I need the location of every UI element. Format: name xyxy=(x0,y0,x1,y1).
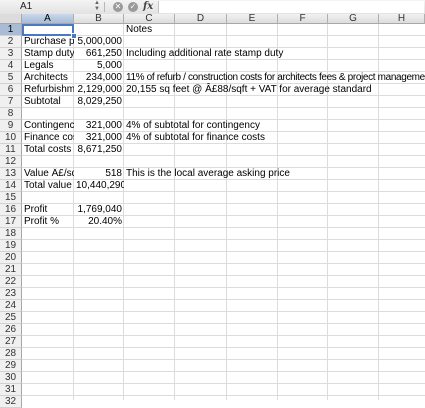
cell-c13[interactable]: This is the local average asking price xyxy=(124,168,424,180)
gridline xyxy=(22,335,425,336)
cell-b5[interactable]: 234,000 xyxy=(74,72,124,84)
gridline xyxy=(22,347,425,348)
row-header[interactable]: 1 xyxy=(0,24,22,36)
column-header-c[interactable]: C xyxy=(124,14,175,24)
row-header[interactable]: 8 xyxy=(0,108,22,120)
row-header[interactable]: 32 xyxy=(0,396,22,408)
row-header[interactable]: 28 xyxy=(0,348,22,360)
cell-b14[interactable]: 10,440,290 xyxy=(74,180,124,192)
cell-c3[interactable]: Including additional rate stamp duty xyxy=(124,48,424,60)
cell-b10[interactable]: 321,000 xyxy=(74,132,124,144)
cell-a7[interactable]: Subtotal xyxy=(22,96,74,108)
cell-a14[interactable]: Total value xyxy=(22,180,74,192)
cell-a9[interactable]: Contingency xyxy=(22,120,74,132)
row-header[interactable]: 13 xyxy=(0,168,22,180)
cell-c1[interactable]: Notes xyxy=(124,24,424,36)
cell-a10[interactable]: Finance costs xyxy=(22,132,74,144)
column-header-f[interactable]: F xyxy=(278,14,328,24)
gridline xyxy=(22,311,425,312)
row-header[interactable]: 19 xyxy=(0,240,22,252)
row-header[interactable]: 12 xyxy=(0,156,22,168)
cell-c9[interactable]: 4% of subtotal for contingency xyxy=(124,120,424,132)
column-header-g[interactable]: G xyxy=(328,14,379,24)
row-header[interactable]: 16 xyxy=(0,204,22,216)
select-all-corner[interactable] xyxy=(0,14,22,24)
column-header-a[interactable]: A xyxy=(22,14,74,24)
cell-b17[interactable]: 20.40% xyxy=(74,216,124,228)
row-header[interactable]: 20 xyxy=(0,252,22,264)
cell-a6[interactable]: Refurbishment xyxy=(22,84,74,96)
fill-handle[interactable] xyxy=(71,33,77,39)
row-header[interactable]: 23 xyxy=(0,288,22,300)
column-header-h[interactable]: H xyxy=(379,14,425,24)
confirm-icon[interactable]: ✓ xyxy=(128,2,138,12)
row-header[interactable]: 7 xyxy=(0,96,22,108)
cell-a2[interactable]: Purchase price xyxy=(22,36,74,48)
row-header[interactable]: 17 xyxy=(0,216,22,228)
cell-a17[interactable]: Profit % xyxy=(22,216,74,228)
cell-c6[interactable]: 20,155 sq feet @ Â£88/sqft + VAT for ave… xyxy=(124,84,424,96)
row-header[interactable]: 21 xyxy=(0,264,22,276)
cell-a11[interactable]: Total costs xyxy=(22,144,74,156)
row-header[interactable]: 29 xyxy=(0,360,22,372)
row-header[interactable]: 2 xyxy=(0,36,22,48)
selected-cell-outline[interactable] xyxy=(22,24,74,36)
gridline xyxy=(22,359,425,360)
formula-bar: A1 ▲ ▼ ✕ ✓ fx xyxy=(0,0,425,15)
gridline xyxy=(22,323,425,324)
cell-c10[interactable]: 4% of subtotal for finance costs xyxy=(124,132,424,144)
gridline xyxy=(22,287,425,288)
gridline xyxy=(22,299,425,300)
cell-b9[interactable]: 321,000 xyxy=(74,120,124,132)
cell-b4[interactable]: 5,000 xyxy=(74,60,124,72)
cell-b7[interactable]: 8,029,250 xyxy=(74,96,124,108)
row-header[interactable]: 14 xyxy=(0,180,22,192)
cancel-icon[interactable]: ✕ xyxy=(113,2,123,12)
gridline xyxy=(22,383,425,384)
row-header[interactable]: 15 xyxy=(0,192,22,204)
row-header[interactable]: 9 xyxy=(0,120,22,132)
cell-a13[interactable]: Value Â£/sqft xyxy=(22,168,74,180)
cell-a16[interactable]: Profit xyxy=(22,204,74,216)
cell-b3[interactable]: 661,250 xyxy=(74,48,124,60)
row-header[interactable]: 5 xyxy=(0,72,22,84)
cell-b6[interactable]: 2,129,000 xyxy=(74,84,124,96)
gridline xyxy=(22,263,425,264)
row-header[interactable]: 6 xyxy=(0,84,22,96)
function-icon[interactable]: fx xyxy=(143,0,153,14)
divider xyxy=(104,2,105,12)
cell-b13[interactable]: 518 xyxy=(74,168,124,180)
gridline xyxy=(22,275,425,276)
row-header[interactable]: 22 xyxy=(0,276,22,288)
row-header[interactable]: 10 xyxy=(0,132,22,144)
column-header-d[interactable]: D xyxy=(175,14,227,24)
cell-b2[interactable]: 5,000,000 xyxy=(74,36,124,48)
row-header[interactable]: 30 xyxy=(0,372,22,384)
gridline xyxy=(22,239,425,240)
gridline xyxy=(22,371,425,372)
cell-b16[interactable]: 1,769,040 xyxy=(74,204,124,216)
row-header[interactable]: 26 xyxy=(0,324,22,336)
row-header[interactable]: 27 xyxy=(0,336,22,348)
row-header[interactable]: 31 xyxy=(0,384,22,396)
name-box[interactable]: A1 xyxy=(2,1,92,13)
name-box-stepper-icon[interactable]: ▲ ▼ xyxy=(93,0,101,14)
gridline xyxy=(22,251,425,252)
column-header-e[interactable]: E xyxy=(227,14,278,24)
row-header[interactable]: 25 xyxy=(0,312,22,324)
column-header-b[interactable]: B xyxy=(74,14,124,24)
row-header[interactable]: 24 xyxy=(0,300,22,312)
cell-a5[interactable]: Architects xyxy=(22,72,74,84)
row-header[interactable]: 4 xyxy=(0,60,22,72)
row-header[interactable]: 11 xyxy=(0,144,22,156)
gridline xyxy=(22,395,425,396)
formula-input[interactable] xyxy=(158,1,424,13)
row-header[interactable]: 18 xyxy=(0,228,22,240)
cell-c5[interactable]: 11% of refurb / construction costs for a… xyxy=(124,72,425,84)
cell-a3[interactable]: Stamp duty xyxy=(22,48,74,60)
row-header[interactable]: 3 xyxy=(0,48,22,60)
cell-a4[interactable]: Legals xyxy=(22,60,74,72)
cell-b11[interactable]: 8,671,250 xyxy=(74,144,124,156)
